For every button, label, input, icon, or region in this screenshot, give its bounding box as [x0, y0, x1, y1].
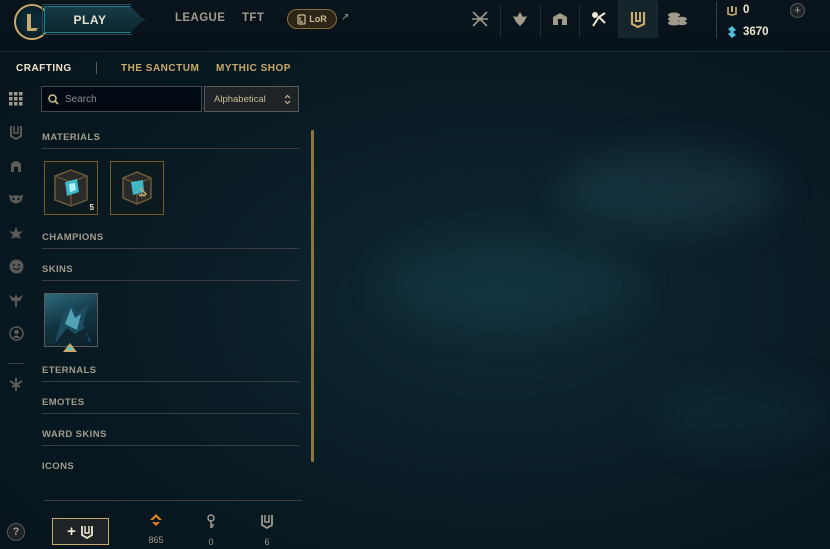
subnav-divider	[96, 62, 97, 74]
orange-essence-count: 865	[148, 535, 164, 545]
riot-points-icon	[727, 5, 737, 16]
icons-filter-icon[interactable]	[6, 323, 26, 343]
loot-item-count: 5	[89, 203, 94, 212]
background-glow	[380, 240, 640, 330]
section-eternals-header[interactable]: ETERNALS	[42, 365, 299, 382]
store-currency-icon[interactable]	[657, 0, 697, 38]
ward-skins-filter-icon[interactable]	[6, 290, 26, 310]
top-navigation-bar: PLAY LEAGUE TFT LoR ↗ 0 + 3670	[0, 0, 830, 52]
background-glow	[560, 150, 780, 230]
section-skins-header[interactable]: SKINS	[42, 264, 299, 281]
external-link-icon: ↗	[341, 12, 350, 23]
section-materials-header[interactable]: MATERIALS	[42, 132, 299, 149]
tft-nav-link[interactable]: TFT	[242, 12, 264, 24]
chests-stat: 6	[252, 514, 282, 547]
blue-essence-value: 3670	[743, 26, 769, 38]
footer-divider	[44, 500, 302, 501]
all-categories-icon[interactable]	[6, 89, 26, 109]
tab-mythic-shop[interactable]: MYTHIC SHOP	[216, 63, 291, 74]
orange-essence-stat: 865	[141, 514, 171, 545]
store-icon[interactable]	[540, 0, 580, 38]
tab-the-sanctum[interactable]: THE SANCTUM	[121, 63, 199, 74]
loot-item-skin-shard[interactable]	[44, 293, 98, 347]
sort-dropdown-value: Alphabetical	[214, 93, 266, 105]
section-emotes-header[interactable]: EMOTES	[42, 397, 299, 414]
loot-icon[interactable]	[618, 0, 658, 38]
recipes-filter-icon[interactable]	[6, 374, 26, 394]
chests-count: 6	[264, 537, 270, 547]
loot-scrollbar-thumb[interactable]	[311, 130, 314, 462]
search-icon	[48, 93, 59, 105]
search-field[interactable]	[41, 86, 202, 112]
buy-currency-button[interactable]: +	[790, 3, 805, 18]
chest-icon	[261, 515, 273, 530]
add-symbol: +	[67, 523, 76, 540]
hextech-chest-key-icon	[111, 162, 163, 214]
keys-count: 0	[208, 537, 214, 547]
orange-essence-value: 0	[743, 4, 750, 16]
lor-icon	[297, 13, 306, 25]
add-loot-button[interactable]: +	[52, 518, 109, 545]
champions-filter-icon[interactable]	[6, 156, 26, 176]
section-ward-skins-header[interactable]: WARD SKINS	[42, 429, 299, 446]
orange-essence-icon	[150, 514, 162, 526]
league-nav-link[interactable]: LEAGUE	[175, 12, 225, 24]
keys-stat: 0	[196, 514, 226, 547]
ranked-icon[interactable]	[500, 0, 540, 38]
play-button[interactable]: PLAY	[44, 6, 144, 33]
key-icon	[207, 514, 215, 528]
lor-button[interactable]: LoR	[287, 9, 337, 29]
blue-essence-balance: 3670	[727, 26, 769, 38]
skins-filter-icon[interactable]	[6, 189, 26, 209]
orange-essence-balance: 0	[727, 4, 749, 16]
wallet-divider	[716, 2, 717, 38]
help-button[interactable]: ?	[7, 523, 25, 541]
collection-icon[interactable]	[579, 0, 619, 38]
rail-divider	[8, 363, 24, 364]
sort-dropdown[interactable]: Alphabetical	[204, 86, 299, 112]
loot-icon	[80, 525, 93, 539]
chevron-updown-icon	[284, 94, 291, 104]
section-champions-header[interactable]: CHAMPIONS	[42, 232, 299, 249]
tab-crafting[interactable]: CRAFTING	[16, 63, 72, 74]
background-glow	[650, 380, 830, 450]
emotes-filter-icon[interactable]	[6, 256, 26, 276]
rewards-icon[interactable]	[460, 0, 500, 38]
search-input[interactable]	[65, 93, 195, 105]
blue-essence-icon	[728, 26, 736, 38]
skin-shard-rarity-icon	[63, 343, 77, 352]
materials-filter-icon[interactable]	[6, 122, 26, 142]
loot-item-hextech-chest-key[interactable]	[110, 161, 164, 215]
eternals-filter-icon[interactable]	[6, 223, 26, 243]
lor-label: LoR	[309, 14, 327, 24]
skin-splash-image	[55, 300, 91, 344]
section-icons-header[interactable]: ICONS	[42, 461, 299, 478]
loot-item-hextech-chest[interactable]: 5	[44, 161, 98, 215]
